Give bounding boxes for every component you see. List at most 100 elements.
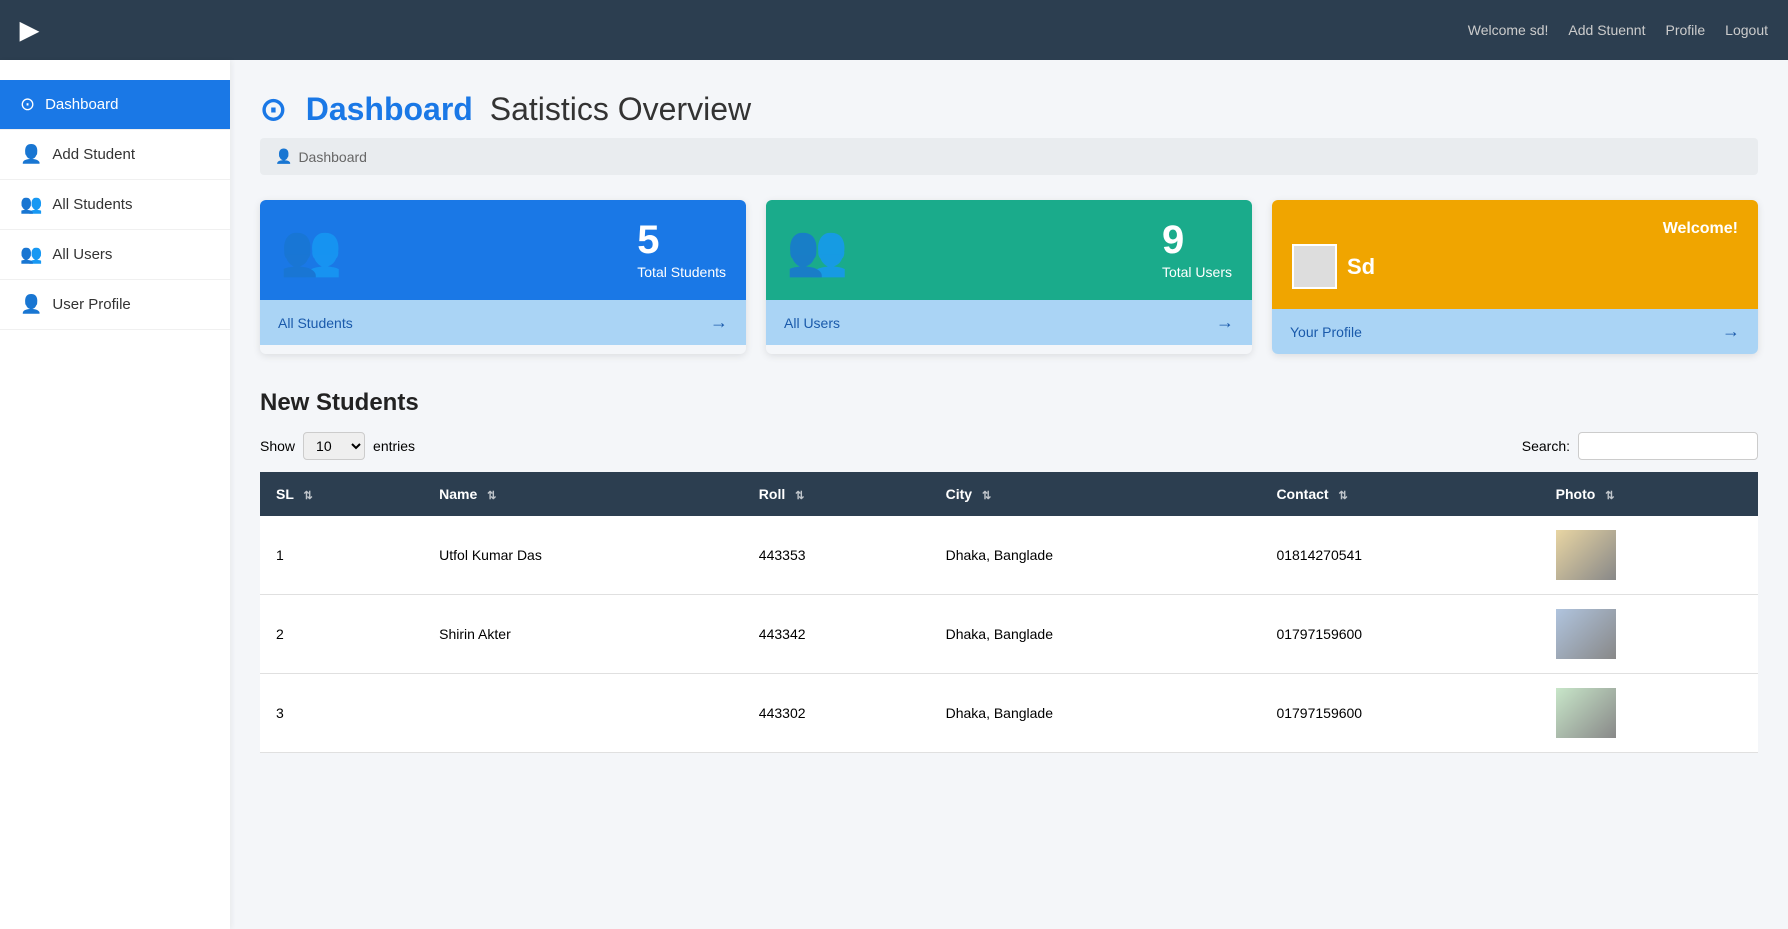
breadcrumb-text: Dashboard bbox=[298, 149, 367, 165]
page-title: ⊙ Dashboard Satistics Overview bbox=[260, 90, 1758, 128]
search-input[interactable] bbox=[1578, 432, 1758, 460]
welcome-text-card: Welcome! bbox=[1663, 220, 1738, 238]
users-card-info: 9 Total Users bbox=[1162, 220, 1232, 280]
table-row: 3 443302 Dhaka, Banglade 01797159600 bbox=[260, 674, 1758, 753]
sort-icon-roll: ⇅ bbox=[795, 490, 804, 502]
avatar bbox=[1292, 244, 1337, 289]
cell-sl: 3 bbox=[260, 674, 423, 753]
col-roll[interactable]: Roll ⇅ bbox=[743, 472, 930, 516]
logo-icon: ▶ bbox=[20, 17, 38, 44]
page-title-rest: Satistics Overview bbox=[490, 91, 751, 127]
cell-roll: 443353 bbox=[743, 516, 930, 595]
sort-icon-contact: ⇅ bbox=[1338, 490, 1347, 502]
students-card-info: 5 Total Students bbox=[637, 220, 726, 280]
col-contact[interactable]: Contact ⇅ bbox=[1260, 472, 1539, 516]
logout-link[interactable]: Logout bbox=[1725, 22, 1768, 38]
sidebar-item-all-users[interactable]: 👥 All Users bbox=[0, 230, 230, 280]
users-label: Total Users bbox=[1162, 264, 1232, 280]
welcome-text: Welcome sd! bbox=[1468, 22, 1549, 38]
sidebar-item-user-profile[interactable]: 👤 User Profile bbox=[0, 280, 230, 330]
table-row: 2 Shirin Akter 443342 Dhaka, Banglade 01… bbox=[260, 595, 1758, 674]
new-students-title: New Students bbox=[260, 389, 1758, 417]
cell-photo bbox=[1540, 595, 1758, 674]
show-entries: Show 10 25 50 100 entries bbox=[260, 432, 415, 460]
layout: ⊙ Dashboard 👤 Add Student 👥 All Students… bbox=[0, 60, 1788, 929]
col-sl[interactable]: SL ⇅ bbox=[260, 472, 423, 516]
arrow-right-icon: → bbox=[710, 312, 728, 333]
sort-icon-sl: ⇅ bbox=[304, 490, 313, 502]
students-card-top: 👥 5 Total Students bbox=[260, 200, 746, 300]
show-label: Show bbox=[260, 438, 295, 454]
entries-label: entries bbox=[373, 438, 415, 454]
profile-link[interactable]: Profile bbox=[1665, 22, 1705, 38]
table-controls: Show 10 25 50 100 entries Search: bbox=[260, 432, 1758, 460]
cell-contact: 01797159600 bbox=[1260, 674, 1539, 753]
sidebar-item-label: All Students bbox=[52, 196, 132, 213]
group-icon: 👥 bbox=[20, 194, 42, 215]
all-users-link-text: All Users bbox=[784, 315, 840, 331]
sidebar-item-label: Add Student bbox=[52, 146, 135, 163]
users-icon: 👥 bbox=[20, 244, 42, 265]
sort-icon-photo: ⇅ bbox=[1605, 490, 1614, 502]
table-body: 1 Utfol Kumar Das 443353 Dhaka, Banglade… bbox=[260, 516, 1758, 753]
add-student-link[interactable]: Add Stuennt bbox=[1568, 22, 1645, 38]
entries-select[interactable]: 10 25 50 100 bbox=[303, 432, 365, 460]
page-title-blue: Dashboard bbox=[306, 91, 473, 127]
sort-icon-name: ⇅ bbox=[487, 490, 496, 502]
students-card: 👥 5 Total Students All Students → bbox=[260, 200, 746, 354]
cell-photo bbox=[1540, 674, 1758, 753]
users-count: 9 bbox=[1162, 220, 1232, 260]
stat-cards: 👥 5 Total Students All Students → 👥 9 bbox=[260, 200, 1758, 354]
header-nav: Welcome sd! Add Stuennt Profile Logout bbox=[1468, 22, 1768, 38]
search-label: Search: bbox=[1522, 438, 1570, 454]
users-card: 👥 9 Total Users All Users → bbox=[766, 200, 1252, 354]
sort-icon-city: ⇅ bbox=[982, 490, 991, 502]
photo-placeholder bbox=[1556, 609, 1616, 659]
users-card-top: 👥 9 Total Users bbox=[766, 200, 1252, 300]
cell-city: Dhaka, Banglade bbox=[930, 516, 1261, 595]
sidebar: ⊙ Dashboard 👤 Add Student 👥 All Students… bbox=[0, 60, 230, 929]
cell-city: Dhaka, Banglade bbox=[930, 674, 1261, 753]
cell-contact: 01814270541 bbox=[1260, 516, 1539, 595]
cell-name: Utfol Kumar Das bbox=[423, 516, 743, 595]
sidebar-item-add-student[interactable]: 👤 Add Student bbox=[0, 130, 230, 180]
users-card-link[interactable]: All Users → bbox=[766, 300, 1252, 345]
all-students-link-text: All Students bbox=[278, 315, 353, 331]
table-header: SL ⇅ Name ⇅ Roll ⇅ City ⇅ bbox=[260, 472, 1758, 516]
col-name[interactable]: Name ⇅ bbox=[423, 472, 743, 516]
search-box: Search: bbox=[1522, 432, 1758, 460]
dashboard-icon-title: ⊙ bbox=[260, 91, 287, 127]
cell-contact: 01797159600 bbox=[1260, 595, 1539, 674]
cell-photo bbox=[1540, 516, 1758, 595]
cell-sl: 1 bbox=[260, 516, 423, 595]
table-row: 1 Utfol Kumar Das 443353 Dhaka, Banglade… bbox=[260, 516, 1758, 595]
cell-roll: 443342 bbox=[743, 595, 930, 674]
students-count: 5 bbox=[637, 220, 726, 260]
profile-icon: 👤 bbox=[20, 294, 42, 315]
sidebar-item-dashboard[interactable]: ⊙ Dashboard bbox=[0, 80, 230, 130]
profile-link-text: Your Profile bbox=[1290, 324, 1362, 340]
photo-placeholder bbox=[1556, 530, 1616, 580]
students-card-icon: 👥 bbox=[280, 221, 342, 280]
arrow-right-icon: → bbox=[1722, 321, 1740, 342]
cell-city: Dhaka, Banglade bbox=[930, 595, 1261, 674]
students-label: Total Students bbox=[637, 264, 726, 280]
cell-name: Shirin Akter bbox=[423, 595, 743, 674]
profile-card-top: Welcome! Sd bbox=[1272, 200, 1758, 309]
profile-card-link[interactable]: Your Profile → bbox=[1272, 309, 1758, 354]
sidebar-item-label: User Profile bbox=[52, 296, 130, 313]
col-city[interactable]: City ⇅ bbox=[930, 472, 1261, 516]
sidebar-item-all-students[interactable]: 👥 All Students bbox=[0, 180, 230, 230]
breadcrumb: 👤 Dashboard bbox=[260, 138, 1758, 175]
dashboard-icon: ⊙ bbox=[20, 94, 35, 115]
students-card-link[interactable]: All Students → bbox=[260, 300, 746, 345]
welcome-row: Welcome! bbox=[1292, 220, 1738, 238]
col-photo[interactable]: Photo ⇅ bbox=[1540, 472, 1758, 516]
cell-sl: 2 bbox=[260, 595, 423, 674]
users-card-icon: 👥 bbox=[786, 221, 848, 280]
sidebar-item-label: Dashboard bbox=[45, 96, 118, 113]
add-person-icon: 👤 bbox=[20, 144, 42, 165]
cell-name bbox=[423, 674, 743, 753]
breadcrumb-icon: 👤 bbox=[275, 148, 292, 165]
arrow-right-icon: → bbox=[1216, 312, 1234, 333]
